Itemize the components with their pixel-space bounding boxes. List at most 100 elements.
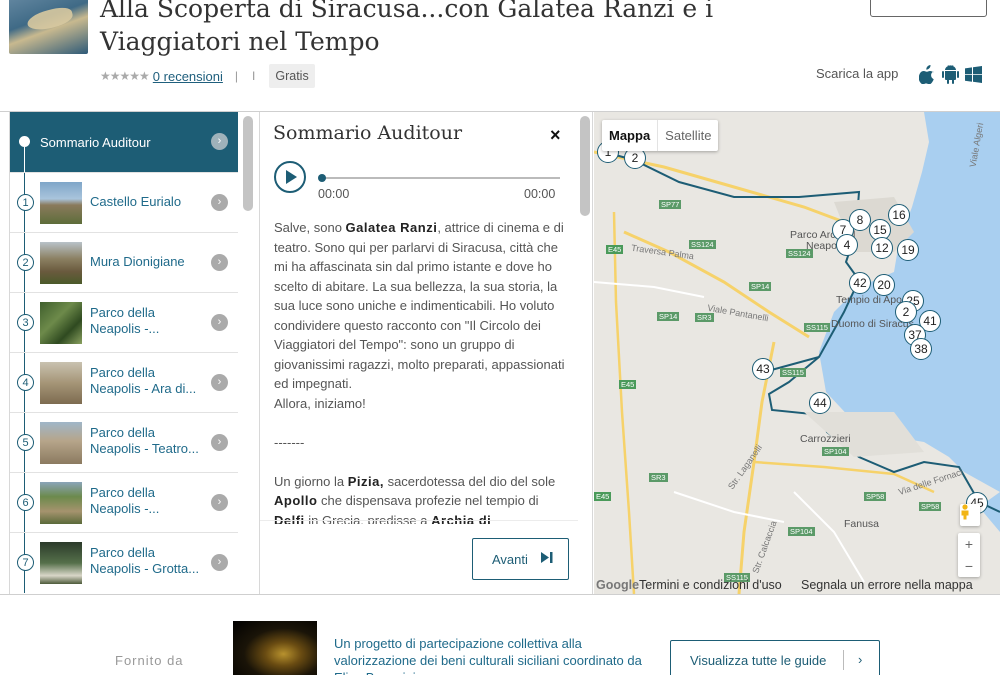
header-action-button[interactable] [870,0,987,17]
description-paragraph [274,413,566,433]
map-road-label: SP58 [919,502,942,511]
map-report-error-link[interactable]: Segnala un errore nella mappa [801,578,973,592]
chapter-list-scrollbar[interactable] [242,114,253,594]
chevron-right-icon: › [211,554,228,571]
chapter-title: Castello Eurialo [90,194,182,209]
map-marker[interactable]: 43 [752,358,774,380]
chapter-number: 3 [17,314,34,331]
chapter-thumbnail [40,362,82,404]
description-paragraph: Un giorno la Pizia, sacerdotessa del dio… [274,472,566,525]
chapter-item[interactable]: 7 Parco della Neapolis - Grotta... › [10,532,238,593]
chapter-title: Mura Dionigiane [90,254,185,269]
map-canvas[interactable] [594,112,1000,594]
chapter-item[interactable]: 6 Parco della Neapolis -... › [10,472,238,533]
chapter-number: 2 [17,254,34,271]
detail-title: Sommario Auditour [273,122,463,144]
map-road-label: SP104 [788,527,815,536]
map-road-label: E45 [619,380,637,389]
android-icon[interactable] [941,64,959,84]
map-marker[interactable]: 8 [849,209,871,231]
play-button[interactable] [274,161,306,193]
map-road-label: SS124 [786,249,813,258]
chapter-item[interactable]: 2 Mura Dionigiane › [10,232,238,293]
apple-icon[interactable] [918,64,936,84]
guide-cover-image [9,0,88,54]
chapter-item[interactable]: 5 Parco della Neapolis - Teatro... › [10,412,238,473]
map-marker[interactable]: 44 [809,392,831,414]
map-marker[interactable]: 2 [895,301,917,323]
chapter-thumbnail [40,542,82,584]
google-logo[interactable]: Google [596,578,639,592]
timeline-line [24,147,25,172]
map-view[interactable]: Parco Archeol Neapo Tempio di Apo Duomo … [594,112,1000,594]
street-view-pegman-icon[interactable] [960,504,980,526]
map-marker[interactable]: 12 [871,237,893,259]
map-place-label: Fanusa [844,518,880,530]
text-bold: Pizia, [347,473,384,489]
close-icon[interactable]: × [550,125,561,146]
chapter-title-line: Parco della [90,305,156,320]
map-road-label: SP58 [864,492,887,501]
chevron-right-icon: › [211,434,228,451]
guide-title-line-2: Viaggiatori nel Tempo [100,27,380,56]
chapter-title-line: Neapolis -... [90,321,160,336]
text-run: , attrice di cinema e di teatro. Sono qu… [274,220,565,391]
brand-logo-fragment [738,0,768,13]
map-type-map-button[interactable]: Mappa [602,120,657,151]
description-paragraph: Salve, sono Galatea Ranzi, attrice di ci… [274,218,566,394]
map-marker[interactable]: 4 [836,234,858,256]
view-all-guides-button[interactable]: Visualizza tutte le guide › [670,640,880,675]
map-marker[interactable]: 38 [910,338,932,360]
chapter-thumbnail [40,302,82,344]
detail-scrollbar-thumb[interactable] [580,116,590,216]
chapter-item[interactable]: 3 Parco della Neapolis -... › [10,292,238,353]
chapter-number: 6 [17,494,34,511]
text-bold: Apollo [274,493,318,508]
map-road-label: SS124 [689,240,716,249]
chapter-title-line: Neapolis - Ara di... [90,381,197,396]
text-run: Salve, sono [274,220,346,235]
scrollbar-thumb[interactable] [243,116,253,211]
map-road-label: SP77 [659,200,682,209]
reviews-link[interactable]: 0 recensioni [153,69,223,84]
next-button[interactable]: Avanti [472,538,569,580]
windows-icon[interactable] [964,64,982,84]
button-divider [843,650,844,670]
map-marker[interactable]: 42 [849,272,871,294]
map-marker[interactable]: 20 [873,274,895,296]
guide-header: Alla Scoperta di Siracusa...con Galatea … [0,0,1000,112]
map-road-label: SS115 [804,323,830,332]
map-place-label: Tempio di Apo [836,294,902,306]
map-type-satellite-button[interactable]: Satellite [657,120,718,151]
map-terms-link[interactable]: Termini e condizioni d'uso [639,578,782,592]
skip-next-icon [541,552,553,566]
play-icon [286,170,297,184]
project-description: Un progetto di partecipazione collettiva… [334,636,642,675]
chapter-item[interactable]: 1 Castello Eurialo › [10,172,238,233]
chapter-item-summary[interactable]: Sommario Auditour › [10,112,238,172]
next-button-label: Avanti [492,551,528,567]
map-marker[interactable]: 16 [888,204,910,226]
view-all-guides-label: Visualizza tutte le guide [690,653,827,668]
audio-total-time: 00:00 [524,187,556,201]
chapter-item[interactable]: 4 Parco della Neapolis - Ara di... › [10,352,238,413]
audio-progress-bar[interactable] [318,174,560,182]
description-bottom-divider [260,520,578,524]
chapter-thumbnail [40,242,82,284]
chevron-right-icon: › [211,133,228,150]
map-marker[interactable]: 19 [897,239,919,261]
text-bold: Galatea Ranzi [345,220,438,235]
zoom-out-button[interactable]: − [958,555,980,577]
app-root: Alla Scoperta di Siracusa...con Galatea … [0,0,1000,675]
price-badge: Gratis [269,64,315,88]
audio-progress-knob[interactable] [318,174,326,182]
chapter-number: 5 [17,434,34,451]
chapter-description: Salve, sono Galatea Ranzi, attrice di ci… [274,218,566,524]
rating-row: ★★★★★ 0 recensioni | I Gratis [100,64,315,88]
description-paragraph [274,452,566,472]
project-image [233,621,317,675]
zoom-controls: + − [958,533,980,577]
zoom-in-button[interactable]: + [958,533,980,555]
guide-title: Alla Scoperta di Siracusa...con Galatea … [100,0,790,58]
page-footer: Fornito da Un progetto di partecipazione… [0,594,1000,675]
